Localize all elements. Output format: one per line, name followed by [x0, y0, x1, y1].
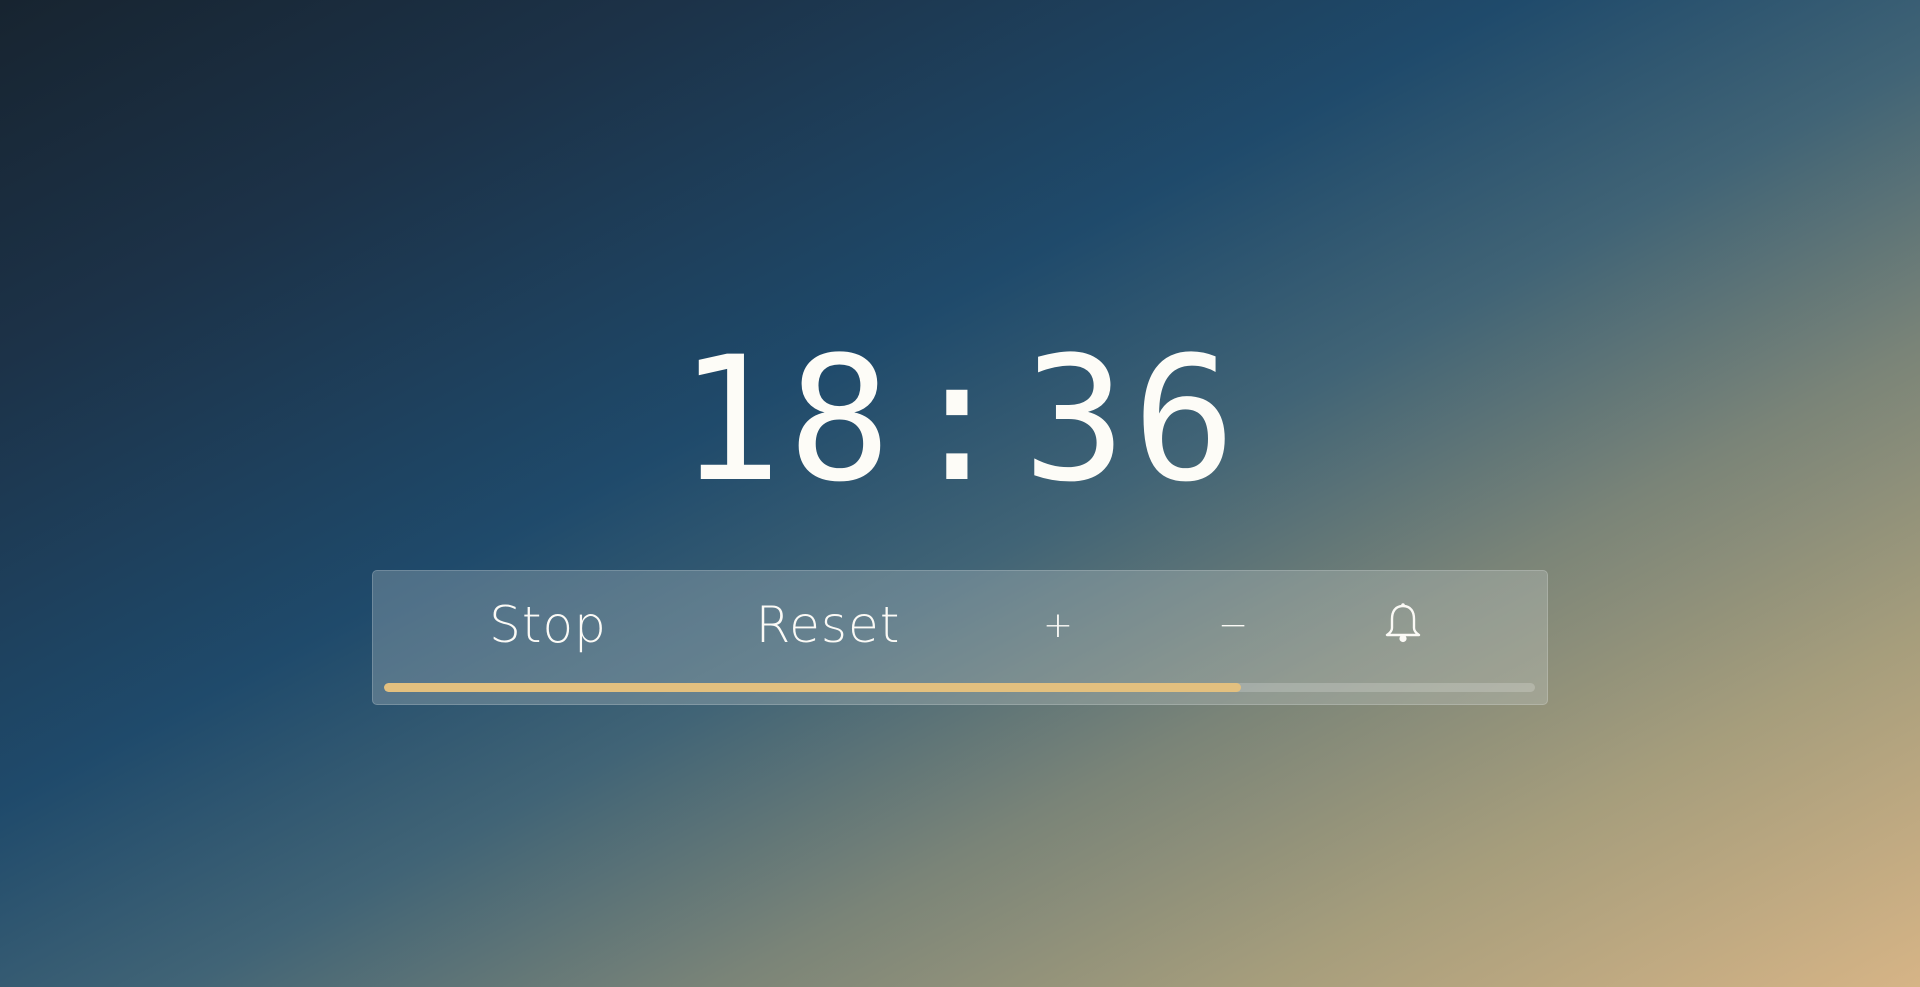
reset-button[interactable]: Reset: [743, 593, 913, 657]
minus-icon: −: [1217, 604, 1249, 646]
decrease-time-button[interactable]: −: [1203, 593, 1263, 657]
increase-time-button[interactable]: +: [1028, 593, 1088, 657]
stop-button[interactable]: Stop: [473, 593, 623, 657]
reset-button-label: Reset: [755, 596, 901, 654]
timer-seconds: 36: [1022, 319, 1242, 520]
plus-icon: +: [1042, 604, 1074, 646]
progress-bar: [384, 683, 1535, 692]
bell-icon: [1383, 602, 1423, 648]
timer-display: 18:36: [0, 330, 1920, 510]
alarm-button[interactable]: [1373, 593, 1433, 657]
stop-button-label: Stop: [489, 596, 607, 654]
timer-minutes: 18: [678, 319, 898, 520]
control-bar: Stop Reset + −: [372, 570, 1548, 705]
timer-separator: :: [905, 319, 1015, 520]
progress-fill: [384, 683, 1242, 692]
